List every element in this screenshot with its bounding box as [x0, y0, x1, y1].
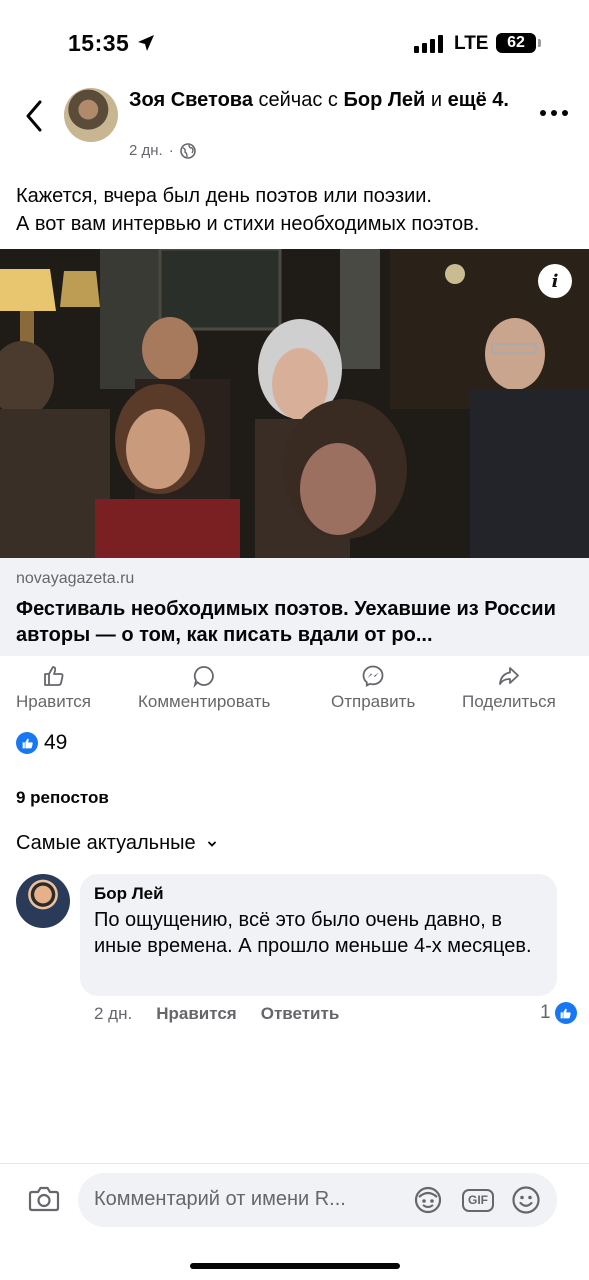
comment-bubble[interactable]: Бор Лей По ощущению, всё это было очень …: [80, 874, 557, 996]
back-chevron-icon[interactable]: [20, 96, 48, 136]
comment-like-count: 1: [540, 1002, 551, 1023]
share-arrow-icon: [499, 667, 519, 685]
others-link[interactable]: ещё 4.: [448, 89, 509, 111]
share-button[interactable]: Поделиться: [462, 664, 556, 712]
battery-icon: 62: [496, 33, 536, 53]
post-time[interactable]: 2 дн.: [129, 142, 163, 159]
share-label: Поделиться: [462, 692, 556, 711]
chevron-down-icon: [207, 841, 216, 847]
comment-reply-button[interactable]: Ответить: [261, 1004, 340, 1024]
link-preview[interactable]: novayagazeta.ru Фестиваль необходимых по…: [0, 558, 589, 656]
info-icon[interactable]: i: [538, 264, 572, 298]
link-title: Фестиваль необходимых поэтов. Уехавшие и…: [16, 598, 556, 646]
post-author-line: Зоя Светова сейчас с Бор Лей и ещё 4.: [129, 87, 509, 114]
camera-icon[interactable]: [28, 1185, 60, 1213]
post-text-line: А вот вам интервью и стихи необходимых п…: [16, 213, 480, 235]
comment-meta: 2 дн. Нравится Ответить: [94, 1004, 339, 1024]
author-name[interactable]: Зоя Светова: [129, 89, 253, 111]
signal-icon: [414, 35, 443, 53]
post-meta: 2 дн. ·: [129, 142, 196, 159]
comment-author[interactable]: Бор Лей: [94, 884, 543, 904]
post-actions: Нравится Комментировать Отправить Подели…: [0, 664, 589, 716]
location-arrow-icon: [138, 35, 154, 51]
comment-text: По ощущению, всё это было очень давно, в…: [94, 909, 532, 957]
like-button[interactable]: Нравится: [16, 664, 91, 712]
battery-tip: [538, 39, 541, 47]
reactions-summary[interactable]: 49: [16, 731, 67, 755]
link-domain: novayagazeta.ru: [16, 570, 135, 587]
post-text-line: Кажется, вчера был день поэтов или поэзи…: [16, 185, 432, 207]
status-bar: 15:35 LTE 62: [0, 0, 589, 88]
reaction-count: 49: [44, 731, 68, 754]
comment-time: 2 дн.: [94, 1004, 133, 1023]
post-link-image[interactable]: [0, 249, 589, 558]
comment-input[interactable]: [94, 1188, 404, 1211]
comment-sort-dropdown[interactable]: Самые актуальные: [16, 832, 218, 855]
comment-button[interactable]: Комментировать: [138, 664, 270, 712]
comment-label: Комментировать: [138, 692, 271, 711]
sort-label: Самые актуальные: [16, 832, 196, 854]
send-label: Отправить: [331, 692, 416, 711]
comment-likes[interactable]: 1: [540, 1002, 577, 1024]
post-text: Кажется, вчера был день поэтов или поэзи…: [16, 182, 576, 238]
network-label: LTE: [454, 33, 489, 54]
more-options-icon[interactable]: [540, 106, 570, 120]
home-indicator: [190, 1263, 400, 1269]
meta-separator: ·: [168, 142, 174, 159]
and-text: и: [430, 89, 443, 111]
comment-bubble-icon: [193, 666, 214, 688]
commenter-avatar[interactable]: [16, 874, 70, 928]
like-label: Нравится: [16, 692, 92, 711]
like-reaction-icon: [554, 1002, 577, 1024]
reposts-count[interactable]: 9 репостов: [16, 788, 109, 808]
comment-composer: GIF: [78, 1173, 557, 1227]
comment-like-button[interactable]: Нравится: [156, 1004, 237, 1024]
messenger-icon: [362, 665, 384, 688]
gif-icon[interactable]: GIF: [462, 1184, 494, 1216]
with-text: сейчас с: [258, 89, 338, 111]
tagged-person[interactable]: Бор Лей: [343, 89, 425, 111]
thumbs-up-icon: [43, 666, 63, 686]
send-button[interactable]: Отправить: [331, 664, 415, 712]
audience-photo: [0, 249, 589, 558]
author-avatar[interactable]: [64, 88, 118, 142]
avatar-sticker-icon[interactable]: [412, 1184, 444, 1216]
status-time: 15:35: [68, 30, 130, 56]
emoji-icon[interactable]: [510, 1184, 542, 1216]
like-reaction-icon: [16, 732, 38, 754]
globe-icon: [179, 142, 196, 159]
